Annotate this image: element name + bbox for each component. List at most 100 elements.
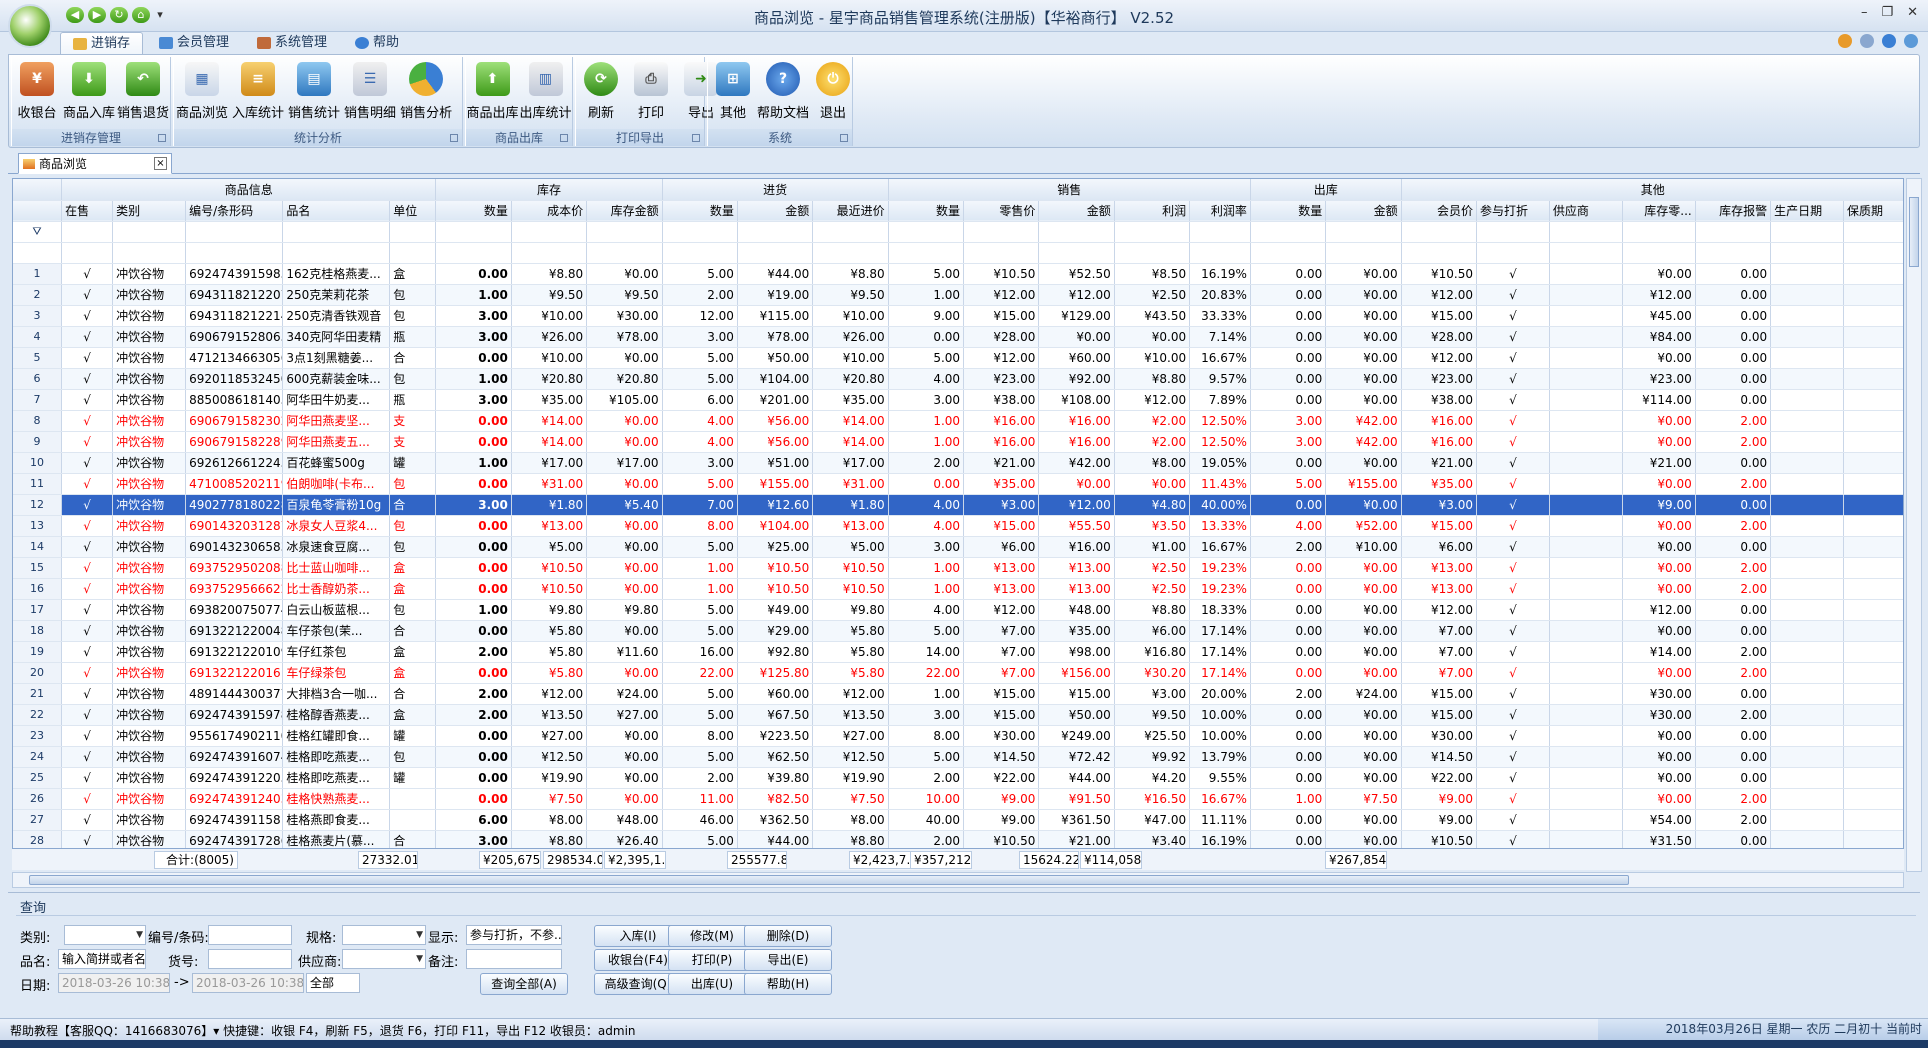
table-cell[interactable]: ¥13.00 — [1038, 557, 1115, 579]
table-cell[interactable]: 6906791528065 — [185, 326, 284, 348]
table-cell[interactable]: 盒 — [389, 641, 437, 663]
table-cell[interactable]: 0.00 — [435, 725, 512, 747]
table-cell[interactable]: 冰泉女人豆浆4... — [282, 515, 391, 537]
table-cell[interactable]: ¥15.00 — [963, 704, 1040, 726]
table-cell[interactable]: 冲饮谷物 — [112, 620, 187, 642]
table-cell[interactable]: ¥2.50 — [1114, 578, 1191, 600]
table-cell[interactable] — [1549, 368, 1623, 390]
table-cell[interactable]: ¥129.00 — [1038, 305, 1115, 327]
row-number[interactable]: 22 — [13, 704, 63, 726]
filter-cell[interactable] — [812, 221, 889, 243]
table-cell[interactable]: 阿华田燕麦五... — [282, 431, 391, 453]
table-cell[interactable]: √ — [1476, 494, 1550, 516]
tab-system[interactable]: 系统管理 — [245, 32, 339, 54]
table-cell[interactable]: ¥7.00 — [963, 620, 1040, 642]
table-cell[interactable]: ¥12.00 — [511, 683, 588, 705]
table-cell[interactable]: ¥114.00 — [1622, 389, 1696, 411]
table-cell[interactable]: ¥9.92 — [1114, 746, 1191, 768]
product-browse-button[interactable]: ▦ 商品浏览 — [174, 57, 230, 127]
table-cell[interactable]: 支 — [389, 410, 437, 432]
table-cell[interactable]: ¥0.00 — [586, 746, 663, 768]
table-cell[interactable]: ¥10.50 — [737, 557, 814, 579]
table-cell[interactable] — [1549, 515, 1623, 537]
table-cell[interactable]: 阿华田燕麦坚... — [282, 410, 391, 432]
table-cell[interactable]: ¥92.00 — [1038, 368, 1115, 390]
table-cell[interactable] — [1843, 578, 1903, 600]
table-cell[interactable] — [1843, 431, 1903, 453]
column-header[interactable]: 类别 — [112, 200, 187, 222]
table-cell[interactable]: 6937529502088 — [185, 557, 284, 579]
table-cell[interactable]: ¥0.00 — [1325, 599, 1402, 621]
table-cell[interactable]: ¥56.00 — [737, 410, 814, 432]
column-header[interactable]: 金额 — [1325, 200, 1402, 222]
delete-button[interactable]: 删除(D) — [744, 925, 832, 947]
table-cell[interactable] — [1770, 704, 1845, 726]
table-cell[interactable]: ¥0.00 — [1325, 284, 1402, 306]
table-cell[interactable] — [1549, 725, 1623, 747]
table-cell[interactable]: ¥50.00 — [737, 347, 814, 369]
row-number[interactable]: 16 — [13, 578, 63, 600]
table-cell[interactable]: 0.00 — [1250, 746, 1327, 768]
table-cell[interactable]: 0.00 — [435, 431, 512, 453]
table-cell[interactable] — [1843, 410, 1903, 432]
filter-cell[interactable] — [1549, 221, 1623, 243]
table-cell[interactable]: ¥13.00 — [1401, 557, 1477, 579]
filter-cell[interactable] — [1476, 221, 1550, 243]
table-cell[interactable]: 5.00 — [662, 368, 738, 390]
table-cell[interactable]: √ — [1476, 515, 1550, 537]
table-cell[interactable]: 1.00 — [435, 368, 512, 390]
table-row[interactable]: 3 √ 冲饮谷物 6943118212214 250克清香铁观音包 3.00 ¥10.00 ¥… — [13, 305, 1903, 327]
table-cell[interactable] — [1770, 536, 1845, 558]
table-cell[interactable]: ¥12.00 — [1401, 347, 1477, 369]
table-row[interactable]: 2 √ 冲饮谷物 6943118212207 250克茉莉花茶包 1.00 ¥9.50 ¥9.… — [13, 284, 1903, 306]
table-cell[interactable] — [1549, 494, 1623, 516]
table-cell[interactable]: 0.00 — [1250, 641, 1327, 663]
table-cell[interactable]: ¥62.50 — [737, 746, 814, 768]
help-query-button[interactable]: 帮助(H) — [744, 973, 832, 995]
table-cell[interactable]: 盒 — [389, 704, 437, 726]
table-cell[interactable]: ¥19.90 — [812, 767, 889, 789]
table-cell[interactable]: 0.00 — [1250, 452, 1327, 474]
table-cell[interactable]: 1.00 — [662, 578, 738, 600]
table-cell[interactable] — [1549, 284, 1623, 306]
table-cell[interactable]: 10.00 — [888, 788, 965, 810]
table-cell[interactable] — [1549, 389, 1623, 411]
table-cell[interactable]: 0.00 — [1250, 389, 1327, 411]
table-row[interactable]: 23 √ 冲饮谷物 9556174902110 桂格红罐即食... 罐 0.00 ¥27.00… — [13, 725, 1903, 747]
display-select[interactable]: 参与打折，不参... — [466, 925, 562, 945]
table-cell[interactable]: ¥2.00 — [1114, 431, 1191, 453]
table-cell[interactable]: 2.00 — [1695, 788, 1772, 810]
table-cell[interactable]: ¥10.00 — [812, 347, 889, 369]
filter-cell[interactable] — [1770, 221, 1845, 243]
table-cell[interactable]: 3.00 — [435, 305, 512, 327]
table-cell[interactable]: ¥0.00 — [586, 410, 663, 432]
table-cell[interactable]: ¥115.00 — [737, 305, 814, 327]
column-header[interactable]: 参与打折 — [1476, 200, 1550, 222]
table-cell[interactable]: ¥0.00 — [1622, 746, 1696, 768]
table-cell[interactable]: ¥362.50 — [737, 809, 814, 831]
stock-out-query-button[interactable]: 出库(U) — [668, 973, 756, 995]
table-cell[interactable]: ¥21.00 — [963, 452, 1040, 474]
table-cell[interactable]: ¥45.00 — [1622, 305, 1696, 327]
table-cell[interactable]: 6924743912403 — [185, 788, 284, 810]
row-number[interactable]: 27 — [13, 809, 63, 831]
table-cell[interactable]: 6924743916074 — [185, 746, 284, 768]
table-cell[interactable]: ¥0.00 — [586, 473, 663, 495]
row-number[interactable]: 23 — [13, 725, 63, 747]
table-cell[interactable]: 冲饮谷物 — [112, 536, 187, 558]
table-cell[interactable]: √ — [1476, 704, 1550, 726]
table-cell[interactable] — [1549, 704, 1623, 726]
table-cell[interactable]: 0.00 — [1250, 284, 1327, 306]
filter-cell[interactable] — [1325, 221, 1402, 243]
table-cell[interactable]: ¥26.00 — [812, 326, 889, 348]
table-cell[interactable]: ¥2.50 — [1114, 557, 1191, 579]
table-cell[interactable]: ¥0.00 — [586, 788, 663, 810]
table-cell[interactable]: ¥0.00 — [1622, 767, 1696, 789]
table-cell[interactable] — [1770, 578, 1845, 600]
table-cell[interactable]: ¥14.00 — [511, 410, 588, 432]
table-cell[interactable]: 9.55% — [1189, 767, 1251, 789]
table-cell[interactable]: ¥25.50 — [1114, 725, 1191, 747]
table-cell[interactable]: ¥48.00 — [1038, 599, 1115, 621]
table-cell[interactable]: 2.00 — [1695, 809, 1772, 831]
table-cell[interactable]: 2.00 — [888, 452, 965, 474]
